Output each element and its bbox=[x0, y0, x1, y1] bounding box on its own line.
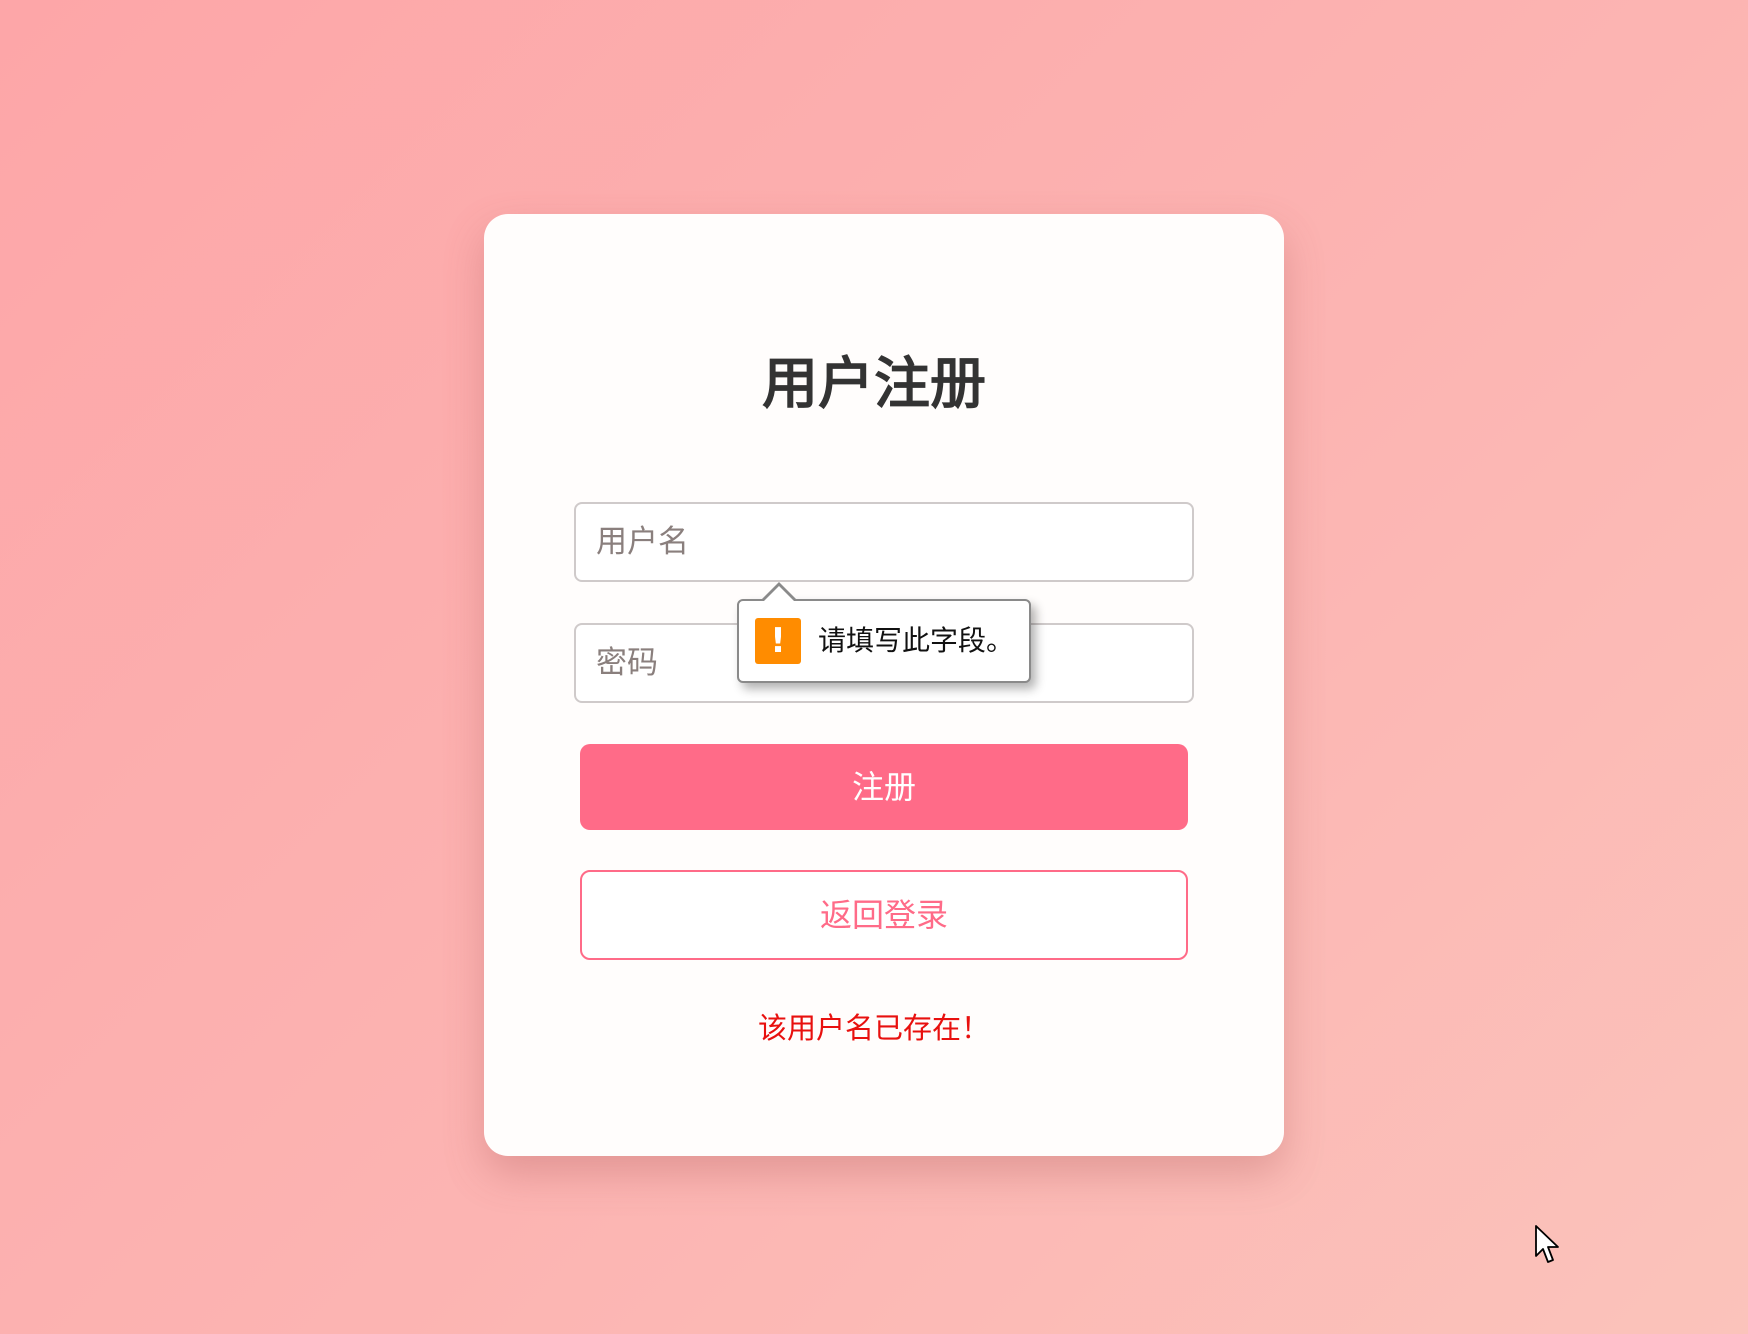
mouse-cursor-icon bbox=[1535, 1225, 1559, 1263]
username-input[interactable] bbox=[574, 502, 1194, 582]
back-to-login-button[interactable]: 返回登录 bbox=[580, 870, 1188, 960]
error-message: 该用户名已存在！ bbox=[757, 1011, 990, 1045]
validation-tooltip: ! 请填写此字段。 bbox=[737, 582, 1031, 683]
register-button[interactable]: 注册 bbox=[580, 744, 1188, 830]
tooltip-arrow-fill bbox=[763, 586, 795, 602]
warning-icon: ! bbox=[755, 618, 801, 664]
page-title: 用户注册 bbox=[762, 352, 986, 417]
tooltip-message: 请填写此字段。 bbox=[818, 624, 1015, 657]
